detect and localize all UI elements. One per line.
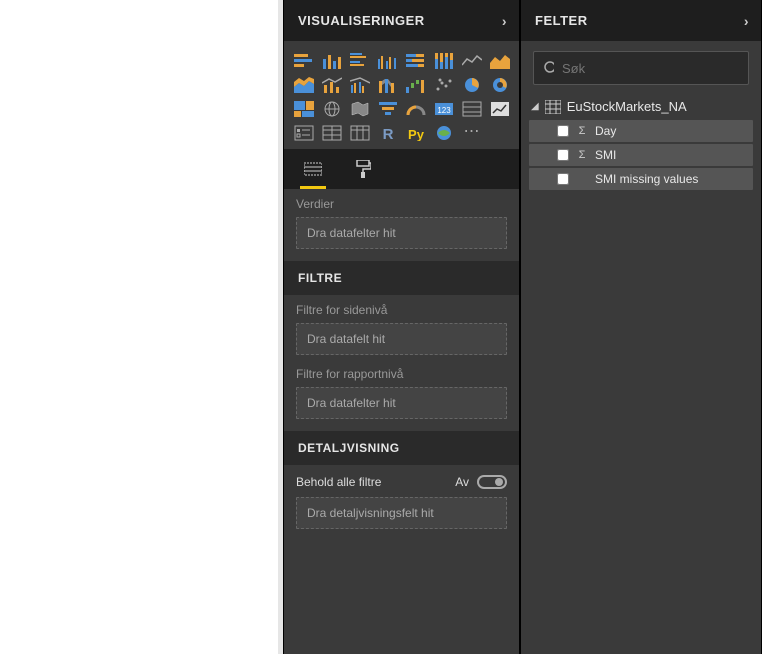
viz-filled-map-icon[interactable]	[348, 99, 372, 119]
sigma-icon: Σ	[577, 149, 587, 161]
viz-area-icon[interactable]	[488, 51, 512, 71]
report-canvas[interactable]	[0, 0, 283, 654]
page-filter-dropzone[interactable]: Dra datafelt hit	[296, 323, 507, 355]
viz-clustered-bar-icon[interactable]	[348, 51, 372, 71]
viz-ribbon-icon[interactable]	[376, 75, 400, 95]
field-checkbox[interactable]	[557, 173, 569, 185]
fields-title: FELTER	[535, 13, 588, 28]
drill-dropzone[interactable]: Dra detaljvisningsfelt hit	[296, 497, 507, 529]
svg-text:R: R	[382, 126, 393, 141]
viz-r-script-icon[interactable]: R	[376, 123, 400, 143]
keep-all-filters-toggle[interactable]	[477, 475, 507, 489]
field-label: SMI	[595, 148, 616, 162]
filters-header[interactable]: FILTRE	[284, 261, 519, 295]
viz-waterfall-icon[interactable]	[404, 75, 428, 95]
viz-py-script-icon[interactable]: Py	[404, 123, 428, 143]
viz-donut-icon[interactable]	[488, 75, 512, 95]
viz-100-stacked-bar-icon[interactable]	[404, 51, 428, 71]
viz-stacked-area-icon[interactable]	[292, 75, 316, 95]
values-dropzone[interactable]: Dra datafelter hit	[296, 217, 507, 249]
filters-section: Filtre for sidenivå Dra datafelt hit Fil…	[284, 295, 519, 431]
viz-line-clustered-column-icon[interactable]	[348, 75, 372, 95]
field-day[interactable]: Σ Day	[529, 120, 753, 142]
viz-card-icon[interactable]: 123	[432, 99, 456, 119]
report-filter-dropzone[interactable]: Dra datafelter hit	[296, 387, 507, 419]
field-smi-missing[interactable]: Σ SMI missing values	[529, 168, 753, 190]
viz-gauge-icon[interactable]	[404, 99, 428, 119]
fields-tab[interactable]	[300, 149, 326, 189]
drill-section: Dra detaljvisningsfelt hit	[284, 497, 519, 541]
expand-icon: ◢	[531, 101, 539, 112]
viz-pie-icon[interactable]	[460, 75, 484, 95]
fields-panel: FELTER › ◢ EuStockMarkets_NA Σ Day Σ SMI…	[520, 0, 762, 654]
viz-100-stacked-column-icon[interactable]	[432, 51, 456, 71]
chevron-right-icon[interactable]: ›	[744, 13, 749, 29]
viz-funnel-icon[interactable]	[376, 99, 400, 119]
viz-treemap-icon[interactable]	[292, 99, 316, 119]
keep-all-filters-row: Behold alle filtre Av	[284, 465, 519, 497]
search-icon	[544, 61, 554, 76]
viz-clustered-column-icon[interactable]	[376, 51, 400, 71]
viz-line-icon[interactable]	[460, 51, 484, 71]
visualizations-title: VISUALISERINGER	[298, 13, 425, 28]
drill-header[interactable]: DETALJVISNING	[284, 431, 519, 465]
keep-all-filters-label: Behold alle filtre	[296, 475, 381, 489]
fields-tab-icon	[304, 161, 322, 177]
field-checkbox[interactable]	[557, 149, 569, 161]
chevron-right-icon[interactable]: ›	[502, 13, 507, 29]
values-section: Verdier Dra datafelter hit	[284, 189, 519, 261]
viz-stacked-column-icon[interactable]	[320, 51, 344, 71]
visualizations-panel: VISUALISERINGER › 123 R Py	[283, 0, 520, 654]
viz-tabs	[284, 149, 519, 189]
viz-map-icon[interactable]	[320, 99, 344, 119]
table-name: EuStockMarkets_NA	[567, 99, 687, 114]
field-label: Day	[595, 124, 616, 138]
viz-table-icon[interactable]	[320, 123, 344, 143]
svg-text:Py: Py	[408, 127, 425, 141]
viz-multi-row-card-icon[interactable]	[460, 99, 484, 119]
svg-text:123: 123	[437, 106, 451, 115]
table-eustockmarkets[interactable]: ◢ EuStockMarkets_NA	[521, 95, 761, 118]
viz-scatter-icon[interactable]	[432, 75, 456, 95]
field-checkbox[interactable]	[557, 125, 569, 137]
visualization-gallery: 123 R Py ⋯	[284, 41, 519, 149]
viz-matrix-icon[interactable]	[348, 123, 372, 143]
viz-line-stacked-column-icon[interactable]	[320, 75, 344, 95]
field-label: SMI missing values	[595, 172, 698, 186]
table-icon	[545, 100, 561, 114]
viz-more-icon[interactable]: ⋯	[460, 123, 484, 143]
viz-arcgis-icon[interactable]	[432, 123, 456, 143]
fields-search[interactable]	[533, 51, 749, 85]
field-smi[interactable]: Σ SMI	[529, 144, 753, 166]
viz-slicer-icon[interactable]	[292, 123, 316, 143]
fields-header[interactable]: FELTER ›	[521, 0, 761, 41]
visualizations-header[interactable]: VISUALISERINGER ›	[284, 0, 519, 41]
sigma-icon: Σ	[577, 125, 587, 137]
report-filter-label: Filtre for rapportnivå	[296, 367, 507, 381]
toggle-state-label: Av	[455, 475, 469, 489]
paint-roller-icon	[355, 160, 371, 178]
search-input[interactable]	[562, 61, 738, 76]
format-tab[interactable]	[350, 149, 376, 189]
page-filter-label: Filtre for sidenivå	[296, 303, 507, 317]
viz-kpi-icon[interactable]	[488, 99, 512, 119]
viz-stacked-bar-icon[interactable]	[292, 51, 316, 71]
values-label: Verdier	[296, 197, 507, 211]
